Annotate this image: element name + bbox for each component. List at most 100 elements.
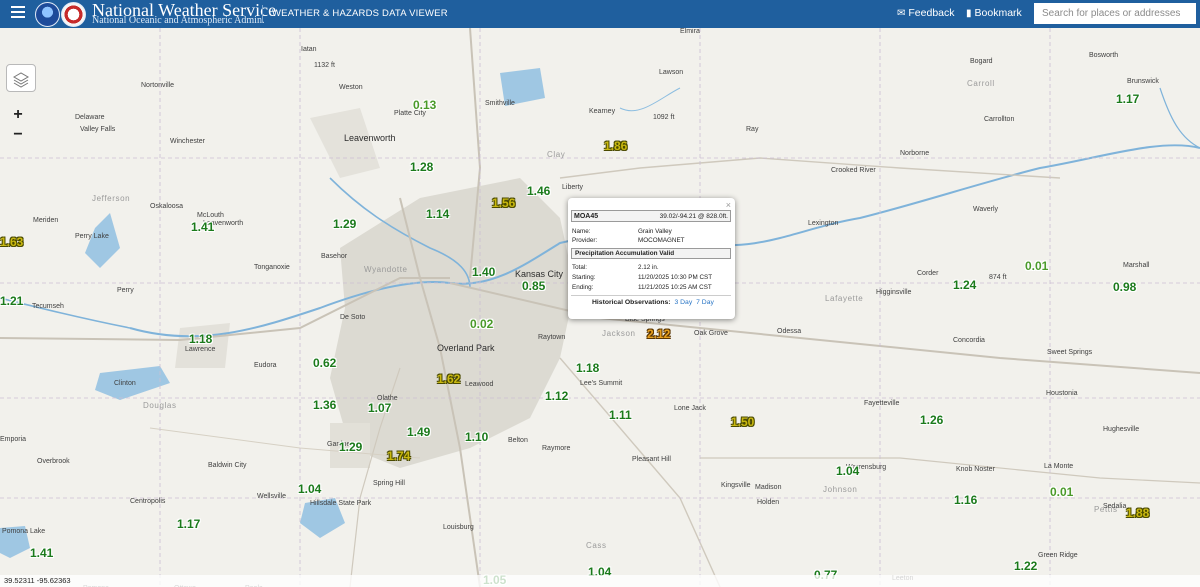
precip-observation-value[interactable]: 0.01 bbox=[1025, 260, 1048, 272]
place-label: Hillsdale State Park bbox=[310, 500, 372, 507]
place-label: Weston bbox=[339, 84, 363, 91]
station-popup: × MOA45 39.02/-94.21 @ 828.0ft. Name: Gr… bbox=[568, 198, 735, 319]
place-label: Fayetteville bbox=[864, 400, 900, 407]
precip-observation-value[interactable]: 1.12 bbox=[545, 390, 568, 402]
place-label: McLouth bbox=[197, 212, 224, 219]
total-label: Total: bbox=[572, 264, 588, 271]
precip-observation-value[interactable]: 1.22 bbox=[1014, 560, 1037, 572]
precip-observation-value[interactable]: 0.02 bbox=[470, 318, 493, 330]
place-label: Kansas City bbox=[515, 269, 564, 279]
precip-observation-value[interactable]: 1.07 bbox=[368, 402, 391, 414]
place-label: Wyandotte bbox=[364, 265, 408, 274]
zoom-in-button[interactable]: + bbox=[10, 106, 26, 124]
place-label: 1092 ft bbox=[653, 114, 675, 121]
place-label: Elmira bbox=[680, 28, 700, 35]
feedback-label: Feedback bbox=[908, 7, 955, 19]
link-7-day[interactable]: 7 Day bbox=[696, 299, 714, 306]
search-input[interactable] bbox=[1034, 3, 1196, 24]
map-canvas[interactable]: Elmira Iatan 1132 ft Nortonville Weston Lawso… bbox=[0, 28, 1200, 587]
precip-observation-value[interactable]: 1.41 bbox=[30, 547, 53, 559]
place-label: Brunswick bbox=[1127, 78, 1159, 85]
place-label: Tonganoxie bbox=[254, 264, 290, 271]
precip-observation-value[interactable]: 0.98 bbox=[1113, 281, 1136, 293]
popup-divider bbox=[571, 295, 731, 296]
precip-observation-value[interactable]: 1.86 bbox=[604, 140, 627, 152]
app-header: National Weather Service National Oceani… bbox=[0, 0, 1200, 28]
close-icon[interactable]: × bbox=[726, 200, 731, 210]
precip-observation-value[interactable]: 1.18 bbox=[576, 362, 599, 374]
zoom-out-button[interactable]: − bbox=[10, 126, 26, 144]
place-label: Centropolis bbox=[130, 498, 166, 505]
layers-button[interactable] bbox=[6, 64, 36, 92]
precip-observation-value[interactable]: 1.17 bbox=[177, 518, 200, 530]
place-label: Belton bbox=[508, 437, 528, 444]
place-label: Bogard bbox=[970, 58, 993, 65]
precip-observation-value[interactable]: 1.29 bbox=[333, 218, 356, 230]
precip-observation-value[interactable]: 0.85 bbox=[522, 280, 545, 292]
precip-observation-value[interactable]: 0.13 bbox=[413, 99, 436, 111]
precip-observation-value[interactable]: 1.63 bbox=[0, 236, 23, 248]
link-3-day[interactable]: 3 Day bbox=[674, 299, 692, 306]
bookmark-label: Bookmark bbox=[974, 7, 1022, 19]
place-label: Iatan bbox=[301, 46, 317, 53]
place-label: Smithville bbox=[485, 100, 515, 107]
precip-observation-value[interactable]: 1.62 bbox=[437, 373, 460, 385]
place-label: Hughesville bbox=[1103, 426, 1140, 433]
place-label: Cass bbox=[586, 541, 607, 550]
place-label: Lone Jack bbox=[674, 405, 706, 412]
precip-observation-value[interactable]: 0.62 bbox=[313, 357, 336, 369]
precip-observation-value[interactable]: 1.46 bbox=[527, 185, 550, 197]
nws-logo[interactable] bbox=[61, 2, 86, 27]
precip-observation-value[interactable]: 1.04 bbox=[836, 465, 859, 477]
precip-observation-value[interactable]: 1.50 bbox=[731, 416, 754, 428]
popup-header: MOA45 39.02/-94.21 @ 828.0ft. bbox=[571, 210, 731, 222]
place-label: Delaware bbox=[75, 114, 105, 121]
place-label: Johnson bbox=[823, 485, 858, 494]
precip-observation-value[interactable]: 1.36 bbox=[313, 399, 336, 411]
bookmark-button[interactable]: ▮ Bookmark bbox=[966, 7, 1022, 19]
precip-observation-value[interactable]: 1.40 bbox=[472, 266, 495, 278]
hamburger-menu-icon[interactable] bbox=[11, 6, 25, 20]
precip-observation-value[interactable]: 1.17 bbox=[1116, 93, 1139, 105]
precip-observation-value[interactable]: 1.21 bbox=[0, 295, 23, 307]
place-label: Overbrook bbox=[37, 458, 70, 465]
station-id: MOA45 bbox=[574, 213, 599, 220]
place-label: Carroll bbox=[967, 79, 995, 88]
precip-observation-value[interactable]: 1.26 bbox=[920, 414, 943, 426]
noaa-logo[interactable] bbox=[35, 2, 60, 27]
precip-observation-value[interactable]: 1.41 bbox=[191, 221, 214, 233]
precip-observation-value[interactable]: 1.18 bbox=[189, 333, 212, 345]
precip-observation-value[interactable]: 1.74 bbox=[387, 450, 410, 462]
precip-observation-value[interactable]: 1.16 bbox=[954, 494, 977, 506]
place-label: 1132 ft bbox=[314, 62, 335, 69]
precip-observation-value[interactable]: 2.12 bbox=[647, 328, 670, 340]
precip-observation-value[interactable]: 1.28 bbox=[410, 161, 433, 173]
envelope-icon: ✉ bbox=[897, 8, 906, 19]
precip-observation-value[interactable]: 1.56 bbox=[492, 197, 515, 209]
name-value: Grain Valley bbox=[638, 228, 672, 235]
place-label: Marshall bbox=[1123, 262, 1150, 269]
place-label: Concordia bbox=[953, 337, 985, 344]
feedback-button[interactable]: ✉ Feedback bbox=[897, 7, 955, 19]
precip-observation-value[interactable]: 1.10 bbox=[465, 431, 488, 443]
place-label: Sedalia bbox=[1103, 503, 1127, 510]
precip-observation-value[interactable]: 1.14 bbox=[426, 208, 449, 220]
precip-observation-value[interactable]: 1.49 bbox=[407, 426, 430, 438]
place-label: Corder bbox=[917, 270, 939, 277]
place-label: Raymore bbox=[542, 445, 571, 452]
precip-observation-value[interactable]: 1.88 bbox=[1126, 507, 1149, 519]
place-label: Waverly bbox=[973, 206, 999, 213]
place-label: Louisburg bbox=[443, 524, 474, 531]
place-label: De Soto bbox=[340, 314, 366, 321]
place-label: Tecumseh bbox=[32, 303, 64, 310]
place-label: Lawson bbox=[659, 69, 684, 76]
precip-observation-value[interactable]: 1.04 bbox=[298, 483, 321, 495]
place-label: Crooked River bbox=[831, 167, 876, 174]
precip-observation-value[interactable]: 0.01 bbox=[1050, 486, 1073, 498]
precip-observation-value[interactable]: 1.29 bbox=[339, 441, 362, 453]
precip-observation-value[interactable]: 1.24 bbox=[953, 279, 976, 291]
provider-label: Provider: bbox=[572, 237, 598, 244]
place-label: Oak Grove bbox=[694, 330, 728, 337]
place-label: Basehor bbox=[321, 253, 348, 260]
precip-observation-value[interactable]: 1.11 bbox=[609, 409, 632, 421]
